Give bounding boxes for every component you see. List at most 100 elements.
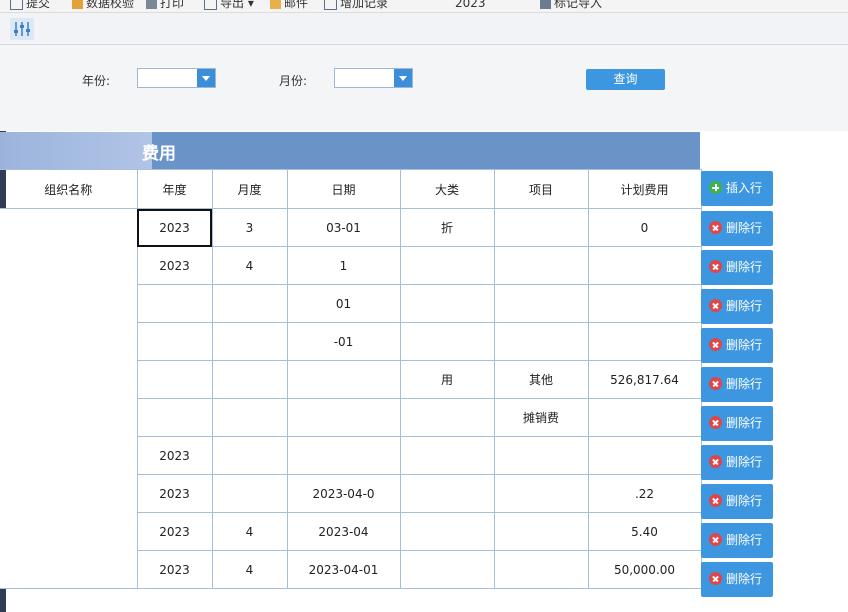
printer-icon	[146, 0, 157, 9]
planned-cost-cell[interactable]: 5.40	[587, 512, 702, 551]
planned-cost-cell[interactable]	[587, 284, 702, 323]
toolbar-export-button[interactable]: 导出 ▾	[204, 0, 254, 11]
planned-cost-cell[interactable]	[587, 436, 702, 475]
toolbar-year-value: 2023	[455, 0, 486, 11]
toolbar-import-button[interactable]: 标记导入	[540, 0, 602, 11]
date-cell[interactable]: 03-01	[286, 208, 401, 247]
chevron-down-icon[interactable]	[394, 69, 412, 87]
planned-cost-cell[interactable]	[587, 246, 702, 285]
toolbar-mail-button[interactable]: 邮件	[270, 0, 308, 11]
column-header-month: 月度	[211, 169, 288, 209]
date-cell[interactable]: -01	[286, 322, 401, 361]
date-cell[interactable]	[286, 398, 401, 437]
category-cell[interactable]	[399, 474, 495, 513]
delete-row-button[interactable]: 删除行	[701, 445, 773, 480]
category-cell[interactable]: 用	[399, 360, 495, 399]
year-cell[interactable]	[136, 360, 213, 399]
category-cell[interactable]	[399, 398, 495, 437]
chevron-down-icon[interactable]	[197, 69, 215, 87]
column-header-year: 年度	[136, 169, 213, 209]
item-cell[interactable]	[493, 284, 589, 323]
planned-cost-cell[interactable]	[587, 398, 702, 437]
toolbar-submit-button[interactable]: 提交	[10, 0, 50, 11]
close-icon	[709, 455, 722, 468]
delete-row-button[interactable]: 删除行	[701, 406, 773, 441]
close-icon	[709, 299, 722, 312]
year-cell[interactable]	[136, 284, 213, 323]
year-cell[interactable]: 2023	[136, 208, 213, 247]
filter-settings-icon[interactable]	[10, 18, 34, 40]
delete-row-button[interactable]: 删除行	[701, 211, 773, 246]
date-cell[interactable]: 2023-04-0	[286, 474, 401, 513]
item-cell[interactable]	[493, 474, 589, 513]
item-cell[interactable]	[493, 436, 589, 475]
category-cell[interactable]	[399, 550, 495, 589]
delete-row-button[interactable]: 删除行	[701, 250, 773, 285]
item-cell[interactable]	[493, 550, 589, 589]
month-cell[interactable]: 3	[211, 208, 288, 247]
month-cell[interactable]	[211, 360, 288, 399]
toolbar-export-label: 导出	[220, 0, 245, 10]
table-header-row: 组织名称 年度 月度 日期 大类 项目 计划费用	[0, 169, 702, 209]
query-button[interactable]: 查询	[586, 69, 665, 90]
year-cell[interactable]: 2023	[136, 512, 213, 551]
month-cell[interactable]: 4	[211, 550, 288, 589]
planned-cost-cell[interactable]: 0	[587, 208, 702, 247]
year-cell[interactable]: 2023	[136, 246, 213, 285]
item-cell[interactable]: 摊销费	[493, 398, 589, 437]
delete-row-button[interactable]: 删除行	[701, 562, 773, 597]
date-cell[interactable]: 2023-04	[286, 512, 401, 551]
close-icon	[709, 416, 722, 429]
toolbar-validate-button[interactable]: 数据校验	[72, 0, 134, 11]
category-cell[interactable]	[399, 246, 495, 285]
planned-cost-cell[interactable]: 526,817.64	[587, 360, 702, 399]
month-cell[interactable]: 4	[211, 246, 288, 285]
month-cell[interactable]	[211, 322, 288, 361]
planned-cost-cell[interactable]	[587, 322, 702, 361]
month-cell[interactable]: 4	[211, 512, 288, 551]
delete-row-button[interactable]: 删除行	[701, 367, 773, 402]
month-cell[interactable]	[211, 474, 288, 513]
item-cell[interactable]	[493, 208, 589, 247]
planned-cost-cell[interactable]: 50,000.00	[587, 550, 702, 589]
year-select[interactable]	[137, 68, 216, 88]
column-header-item: 项目	[493, 169, 589, 209]
year-cell[interactable]: 2023	[136, 474, 213, 513]
toolbar-print-button[interactable]: 打印	[146, 0, 184, 11]
category-cell[interactable]	[399, 284, 495, 323]
item-cell[interactable]	[493, 246, 589, 285]
delete-row-button[interactable]: 删除行	[701, 523, 773, 558]
month-cell[interactable]	[211, 398, 288, 437]
month-cell[interactable]	[211, 436, 288, 475]
date-cell[interactable]	[286, 360, 401, 399]
date-cell[interactable]: 2023-04-01	[286, 550, 401, 589]
year-cell[interactable]	[136, 322, 213, 361]
year-cell[interactable]	[136, 398, 213, 437]
table-row: 2023 3 03-01 折 0	[0, 208, 702, 589]
insert-row-button[interactable]: 插入行	[701, 171, 773, 206]
org-name-cell[interactable]	[0, 208, 138, 589]
delete-row-label: 删除行	[726, 533, 763, 547]
item-cell[interactable]	[493, 512, 589, 551]
expense-table: 组织名称 年度 月度 日期 大类 项目 计划费用 2023 3 03-01 折 …	[0, 169, 702, 589]
item-cell[interactable]: 其他	[493, 360, 589, 399]
insert-row-label: 插入行	[726, 181, 763, 195]
item-cell[interactable]	[493, 322, 589, 361]
toolbar: 提交 数据校验 打印 导出 ▾ 邮件 增加记录 2023 标记导入	[0, 0, 848, 13]
category-cell[interactable]	[399, 322, 495, 361]
delete-row-button[interactable]: 删除行	[701, 484, 773, 519]
category-cell[interactable]: 折	[399, 208, 495, 247]
year-cell[interactable]: 2023	[136, 436, 213, 475]
month-select[interactable]	[334, 68, 413, 88]
date-cell[interactable]	[286, 436, 401, 475]
category-cell[interactable]	[399, 436, 495, 475]
date-cell[interactable]: 01	[286, 284, 401, 323]
date-cell[interactable]: 1	[286, 246, 401, 285]
delete-row-button[interactable]: 删除行	[701, 289, 773, 324]
toolbar-add-record-button[interactable]: 增加记录	[324, 0, 388, 11]
planned-cost-cell[interactable]: .22	[587, 474, 702, 513]
delete-row-button[interactable]: 删除行	[701, 328, 773, 363]
category-cell[interactable]	[399, 512, 495, 551]
year-cell[interactable]: 2023	[136, 550, 213, 589]
month-cell[interactable]	[211, 284, 288, 323]
